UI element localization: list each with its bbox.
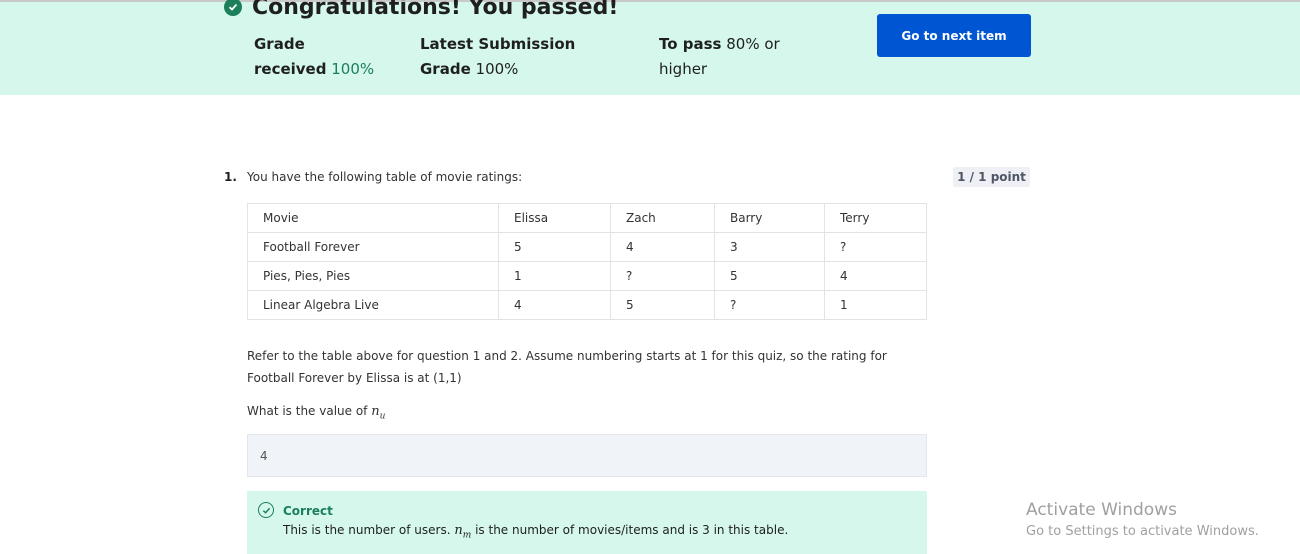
feedback-sub: m bbox=[462, 530, 472, 541]
table-header: Movie bbox=[247, 203, 499, 233]
table-row: Football Forever 5 4 3 ? bbox=[247, 232, 927, 262]
table-cell: Linear Algebra Live bbox=[247, 290, 499, 320]
table-cell: ? bbox=[824, 232, 927, 262]
table-header: Elissa bbox=[498, 203, 611, 233]
go-to-next-item-button[interactable]: Go to next item bbox=[877, 14, 1031, 57]
latest-value: 100% bbox=[475, 60, 519, 78]
grade-label: Grade bbox=[254, 35, 305, 53]
math-variable: nu bbox=[371, 404, 386, 422]
table-cell: 1 bbox=[498, 261, 611, 291]
table-cell: 4 bbox=[498, 290, 611, 320]
pass-value: 80% or bbox=[726, 35, 780, 53]
feedback-var: n bbox=[454, 523, 463, 538]
activate-windows-watermark: Activate Windows Go to Settings to activ… bbox=[1026, 500, 1259, 539]
check-circle-icon bbox=[224, 0, 242, 16]
table-header-row: Movie Elissa Zach Barry Terry bbox=[247, 203, 927, 233]
grade-label-2: received bbox=[254, 60, 327, 78]
table-header: Barry bbox=[714, 203, 825, 233]
pass-banner: Congratulations! You passed! Grade recei… bbox=[0, 0, 1300, 95]
banner-title-text: Congratulations! You passed! bbox=[252, 0, 619, 20]
table-header: Zach bbox=[610, 203, 715, 233]
table-cell: Football Forever bbox=[247, 232, 499, 262]
latest-label-2: Grade bbox=[420, 60, 471, 78]
math-sub: u bbox=[379, 411, 386, 422]
feedback-prefix: This is the number of users. bbox=[283, 523, 451, 537]
points-badge: 1 / 1 point bbox=[953, 167, 1030, 187]
pass-value-2: higher bbox=[659, 60, 708, 78]
watermark-line-2: Go to Settings to activate Windows. bbox=[1026, 524, 1259, 539]
pass-threshold: To pass 80% or higher bbox=[659, 32, 780, 82]
feedback-title: Correct bbox=[283, 504, 333, 518]
table-cell: 5 bbox=[714, 261, 825, 291]
table-cell: 5 bbox=[498, 232, 611, 262]
table-row: Pies, Pies, Pies 1 ? 5 4 bbox=[247, 261, 927, 291]
table-cell: ? bbox=[610, 261, 715, 291]
table-cell: 5 bbox=[610, 290, 715, 320]
feedback-math: nm bbox=[454, 523, 472, 541]
table-cell: ? bbox=[714, 290, 825, 320]
feedback-suffix: is the number of movies/items and is 3 i… bbox=[475, 523, 789, 537]
latest-submission-grade: Latest Submission Grade 100% bbox=[420, 32, 575, 82]
table-cell: 3 bbox=[714, 232, 825, 262]
feedback-panel: Correct This is the number of users. nm … bbox=[247, 491, 927, 554]
table-cell: 4 bbox=[610, 232, 715, 262]
banner-title: Congratulations! You passed! bbox=[224, 0, 618, 22]
pass-label: To pass bbox=[659, 35, 722, 53]
sub-question: What is the value of nu bbox=[247, 404, 385, 422]
question-instructions: Refer to the table above for question 1 … bbox=[247, 349, 887, 385]
question-prompt: You have the following table of movie ra… bbox=[247, 170, 523, 184]
answer-value: 4 bbox=[260, 448, 268, 463]
feedback-text: This is the number of users. nm is the n… bbox=[283, 523, 788, 541]
check-circle-outline-icon bbox=[258, 502, 274, 518]
watermark-line-1: Activate Windows bbox=[1026, 500, 1177, 520]
math-var: n bbox=[371, 404, 380, 419]
latest-label: Latest Submission bbox=[420, 35, 576, 53]
grade-received: Grade received 100% bbox=[254, 32, 374, 82]
question-number: 1. bbox=[224, 170, 237, 184]
table-cell: Pies, Pies, Pies bbox=[247, 261, 499, 291]
answer-input[interactable]: 4 bbox=[247, 434, 927, 477]
table-header: Terry bbox=[824, 203, 927, 233]
grade-value: 100% bbox=[331, 60, 375, 78]
table-cell: 4 bbox=[824, 261, 927, 291]
ratings-table: Movie Elissa Zach Barry Terry Football F… bbox=[247, 203, 927, 320]
table-row: Linear Algebra Live 4 5 ? 1 bbox=[247, 290, 927, 320]
sub-question-text: What is the value of bbox=[247, 404, 368, 418]
table-cell: 1 bbox=[824, 290, 927, 320]
